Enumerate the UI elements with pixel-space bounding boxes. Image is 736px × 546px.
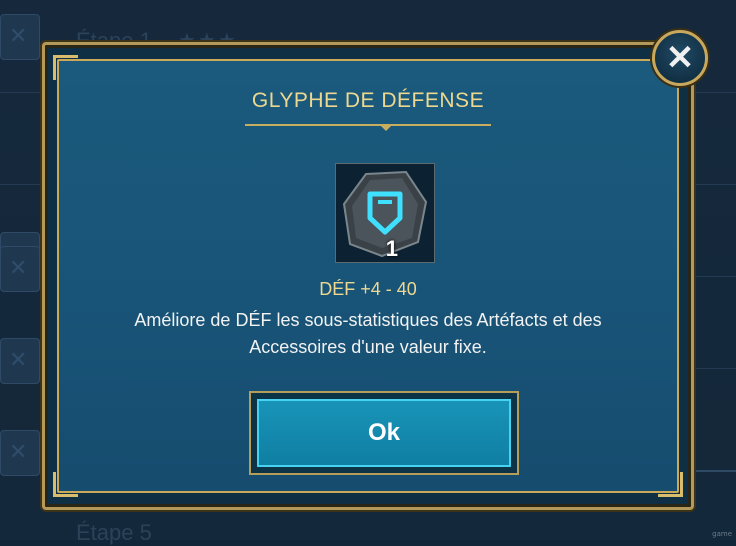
ok-button[interactable]: Ok — [257, 399, 511, 467]
glyph-count: 1 — [385, 236, 398, 261]
close-button[interactable]: ✕ — [652, 30, 708, 86]
title-divider-arrow — [379, 124, 393, 131]
watermark: game — [712, 530, 732, 538]
stage-emblem-icon — [0, 14, 40, 60]
close-icon: ✕ — [665, 39, 695, 77]
title-divider — [245, 124, 491, 126]
ornament-corner — [658, 472, 683, 497]
ornament-corner — [53, 55, 78, 80]
ornament-corner — [53, 472, 78, 497]
dialog-title: GLYPHE DE DÉFENSE — [251, 89, 485, 112]
dialog-panel: GLYPHE DE DÉFENSE 1 DÉF +4 - 40 Améliore… — [53, 55, 683, 497]
glyph-description: Améliore de DÉF les sous-statistiques de… — [134, 310, 602, 357]
stage-label: Étape 5 — [76, 520, 152, 545]
stat-range: DÉF +4 - 40 — [319, 279, 417, 299]
stage-emblem-icon — [0, 430, 40, 476]
glyph-info-dialog: GLYPHE DE DÉFENSE 1 DÉF +4 - 40 Améliore… — [42, 42, 694, 510]
ok-button-frame: Ok — [249, 391, 519, 475]
glyph-item-slot: 1 — [335, 163, 435, 263]
